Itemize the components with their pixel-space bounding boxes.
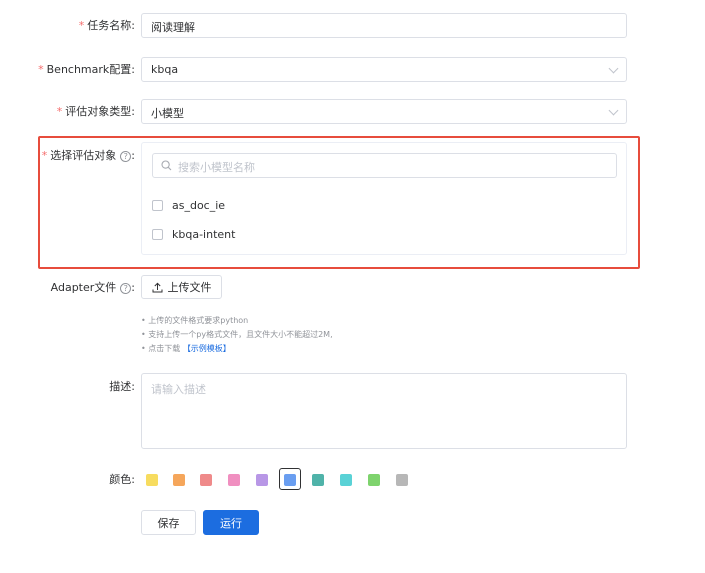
search-placeholder: 搜索小模型名称 [178,161,255,174]
model-search-input[interactable]: 搜索小模型名称 [152,153,617,178]
eval-target-label: * 选择评估对象?: [41,149,135,162]
task-name-value: 阅读理解 [151,21,195,34]
tip-line: • 支持上传一个py格式文件，且文件大小不能超过2M, [141,330,333,339]
benchmark-select[interactable]: kbqa [141,57,627,82]
option-label: as_doc_ie [172,199,226,212]
description-placeholder: 请输入描述 [151,383,206,396]
upload-icon [152,282,162,292]
color-swatch[interactable] [368,474,380,486]
description-label: 描述: [109,380,135,393]
required-mark: * [56,105,63,118]
tip-line: • 点击下载 【示例模板】 [141,344,231,353]
checkbox[interactable] [152,200,163,211]
run-button[interactable]: 运行 [203,510,259,535]
help-icon[interactable]: ? [120,283,132,294]
upload-button[interactable]: 上传文件 [141,275,222,299]
required-mark: * [41,149,48,162]
chevron-down-icon [608,105,619,116]
eval-type-select[interactable]: 小模型 [141,99,627,124]
color-label: 颜色: [109,473,135,486]
description-textarea[interactable]: 请输入描述 [141,373,627,449]
color-swatch[interactable] [173,474,185,486]
checkbox[interactable] [152,229,163,240]
color-swatch[interactable] [146,474,158,486]
chevron-down-icon [608,63,619,74]
option-as-doc-ie[interactable]: as_doc_ie [152,199,225,212]
task-name-input[interactable]: 阅读理解 [141,13,627,38]
upload-label: 上传文件 [167,281,212,294]
color-swatch[interactable] [256,474,268,486]
selected-swatch-ring [279,468,301,490]
required-mark: * [78,19,85,32]
benchmark-label: * Benchmark配置: [38,63,135,76]
eval-type-label: * 评估对象类型: [56,105,135,118]
color-swatch[interactable] [396,474,408,486]
adapter-label: Adapter文件?: [50,281,135,294]
save-button[interactable]: 保存 [141,510,196,535]
option-label: kbqa-intent [172,228,236,241]
search-icon [161,160,172,171]
eval-type-value: 小模型 [151,107,184,120]
color-swatch[interactable] [228,474,240,486]
tip-line: • 上传的文件格式要求python [141,316,249,325]
task-name-label: * 任务名称: [78,19,135,32]
color-swatch[interactable] [340,474,352,486]
option-kbqa-intent[interactable]: kbqa-intent [152,228,235,241]
benchmark-value: kbqa [151,63,179,76]
help-icon[interactable]: ? [120,151,132,162]
required-mark: * [38,63,44,76]
color-swatch[interactable] [200,474,212,486]
color-swatch[interactable] [312,474,324,486]
template-download-link[interactable]: 【示例模板】 [183,344,231,353]
eval-target-panel: 搜索小模型名称 as_doc_ie kbqa-intent [141,142,627,255]
